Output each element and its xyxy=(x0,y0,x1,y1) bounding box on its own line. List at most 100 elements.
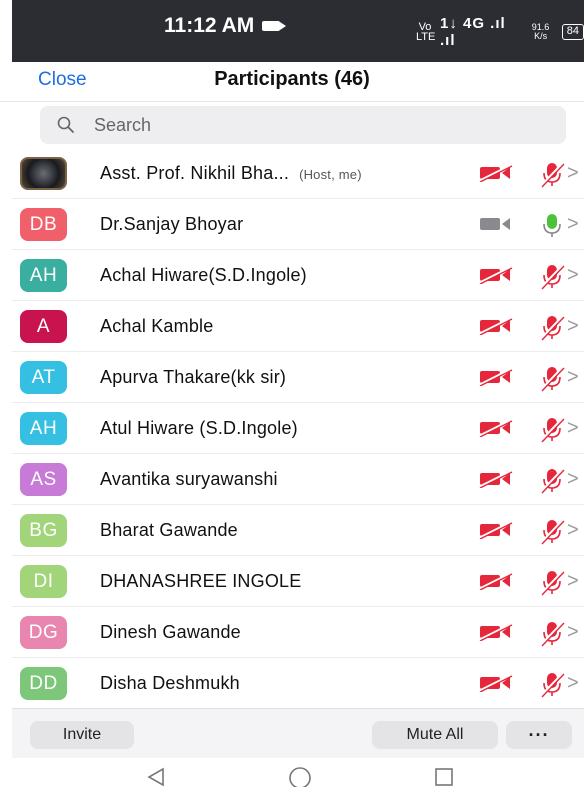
mute-all-button[interactable]: Mute All xyxy=(372,721,498,749)
participant-name: Achal Hiware(S.D.Ingole) xyxy=(100,265,317,286)
participant-avatar: DI xyxy=(20,565,67,598)
video-off-icon xyxy=(478,572,513,590)
participant-name-text: Asst. Prof. Nikhil Bha... xyxy=(100,163,290,183)
search-input[interactable] xyxy=(94,106,554,144)
more-options-button[interactable]: ··· xyxy=(506,721,572,749)
participant-name: Apurva Thakare(kk sir) xyxy=(100,367,296,388)
participant-name-text: Disha Deshmukh xyxy=(100,673,240,693)
participant-avatar: AT xyxy=(20,361,67,394)
participant-name-text: DHANASHREE INGOLE xyxy=(100,571,302,591)
network-speed: 91.6 K/s xyxy=(531,22,550,41)
video-off-icon xyxy=(478,674,513,692)
participant-row[interactable]: DG Dinesh Gawande > xyxy=(12,607,584,658)
participant-role-tag: (Host, me) xyxy=(299,167,362,182)
participant-row[interactable]: DI DHANASHREE INGOLE > xyxy=(12,556,584,607)
participant-name-text: Avantika suryawanshi xyxy=(100,469,278,489)
video-on-icon xyxy=(480,218,510,230)
participant-avatar: A xyxy=(20,310,67,343)
video-off-icon xyxy=(478,266,513,284)
chevron-right-icon[interactable]: > xyxy=(567,519,579,542)
participant-row[interactable]: Asst. Prof. Nikhil Bha... (Host, me) > xyxy=(12,148,584,199)
participant-row[interactable]: DD Disha Deshmukh > xyxy=(12,658,584,709)
chevron-right-icon[interactable]: > xyxy=(567,468,579,491)
search-icon xyxy=(57,116,74,133)
close-button[interactable]: Close xyxy=(38,69,87,91)
mic-muted-icon xyxy=(540,672,565,698)
chevron-right-icon[interactable]: > xyxy=(567,621,579,644)
participant-avatar: DD xyxy=(20,667,67,700)
video-off-icon xyxy=(478,164,513,182)
chevron-right-icon[interactable]: > xyxy=(567,672,579,695)
page-title: Participants (46) xyxy=(214,68,370,90)
mic-muted-icon xyxy=(540,162,565,188)
participant-name: Dinesh Gawande xyxy=(100,622,251,643)
chevron-right-icon[interactable]: > xyxy=(567,213,579,236)
battery-icon: 84 xyxy=(561,24,584,40)
participant-row[interactable]: A Achal Kamble > xyxy=(12,301,584,352)
participant-avatar: DB xyxy=(20,208,67,241)
chevron-right-icon[interactable]: > xyxy=(567,417,579,440)
mic-muted-icon xyxy=(540,468,565,494)
status-indicators: Vo LTE 1↓ 4G .ıl .ıl 91.6 K/s 84 xyxy=(416,15,584,49)
participant-photo-avatar xyxy=(20,157,67,190)
participant-avatar: AH xyxy=(20,259,67,292)
mic-on-icon xyxy=(543,214,561,237)
participant-name: Avantika suryawanshi xyxy=(100,469,288,490)
chevron-right-icon[interactable]: > xyxy=(567,366,579,389)
chevron-right-icon[interactable]: > xyxy=(567,162,579,185)
mic-muted-icon xyxy=(540,315,565,341)
participant-name-text: Achal Kamble xyxy=(100,316,214,336)
video-off-icon xyxy=(478,623,513,641)
participant-name-text: Dr.Sanjay Bhoyar xyxy=(100,214,244,234)
video-off-icon xyxy=(478,470,513,488)
participant-name: Dr.Sanjay Bhoyar xyxy=(100,214,253,235)
chevron-right-icon[interactable]: > xyxy=(567,570,579,593)
participant-name-text: Achal Hiware(S.D.Ingole) xyxy=(100,265,307,285)
video-off-icon xyxy=(478,317,513,335)
system-nav-bar xyxy=(0,758,584,787)
participant-row[interactable]: BG Bharat Gawande > xyxy=(12,505,584,556)
clock: 11:12 AM xyxy=(164,14,255,37)
back-icon[interactable] xyxy=(145,766,167,787)
mic-muted-icon xyxy=(540,570,565,596)
participant-name: Asst. Prof. Nikhil Bha... (Host, me) xyxy=(100,163,362,184)
bottom-toolbar: Invite Mute All ··· xyxy=(12,708,584,758)
volte-icon: Vo LTE xyxy=(416,21,436,43)
participant-avatar: BG xyxy=(20,514,67,547)
status-time: 11:12 AM xyxy=(164,14,287,38)
participant-row[interactable]: DB Dr.Sanjay Bhoyar > xyxy=(12,199,584,250)
participant-name-text: Atul Hiware (S.D.Ingole) xyxy=(100,418,298,438)
invite-button[interactable]: Invite xyxy=(30,721,134,749)
mic-muted-icon xyxy=(540,519,565,545)
participant-name-text: Apurva Thakare(kk sir) xyxy=(100,367,287,387)
recents-icon[interactable] xyxy=(433,766,455,787)
screen-record-icon xyxy=(262,21,287,31)
video-off-icon xyxy=(478,368,513,386)
search-bar[interactable] xyxy=(40,106,566,144)
mic-muted-icon xyxy=(540,621,565,647)
chevron-right-icon[interactable]: > xyxy=(567,315,579,338)
mic-muted-icon xyxy=(540,417,565,443)
participant-list: Asst. Prof. Nikhil Bha... (Host, me) > DB Dr… xyxy=(12,148,584,709)
participant-name-text: Dinesh Gawande xyxy=(100,622,241,642)
participant-name: Disha Deshmukh xyxy=(100,673,250,694)
participant-name: Atul Hiware (S.D.Ingole) xyxy=(100,418,308,439)
video-off-icon xyxy=(478,521,513,539)
mic-muted-icon xyxy=(540,264,565,290)
participant-avatar: AH xyxy=(20,412,67,445)
home-icon[interactable] xyxy=(288,766,312,787)
participant-name: Bharat Gawande xyxy=(100,520,248,541)
mic-muted-icon xyxy=(540,366,565,392)
participant-row[interactable]: AS Avantika suryawanshi > xyxy=(12,454,584,505)
participant-row[interactable]: AH Atul Hiware (S.D.Ingole) > xyxy=(12,403,584,454)
chevron-right-icon[interactable]: > xyxy=(567,264,579,287)
participant-name-text: Bharat Gawande xyxy=(100,520,238,540)
status-bar: 11:12 AM Vo LTE 1↓ 4G .ıl .ıl 91.6 K/s 8… xyxy=(12,0,584,62)
participant-avatar: DG xyxy=(20,616,67,649)
participant-name: Achal Kamble xyxy=(100,316,223,337)
participant-avatar: AS xyxy=(20,463,67,496)
video-off-icon xyxy=(478,419,513,437)
signal-icon: 1↓ 4G .ıl .ıl xyxy=(440,15,506,49)
participant-row[interactable]: AT Apurva Thakare(kk sir) > xyxy=(12,352,584,403)
participant-row[interactable]: AH Achal Hiware(S.D.Ingole) > xyxy=(12,250,584,301)
